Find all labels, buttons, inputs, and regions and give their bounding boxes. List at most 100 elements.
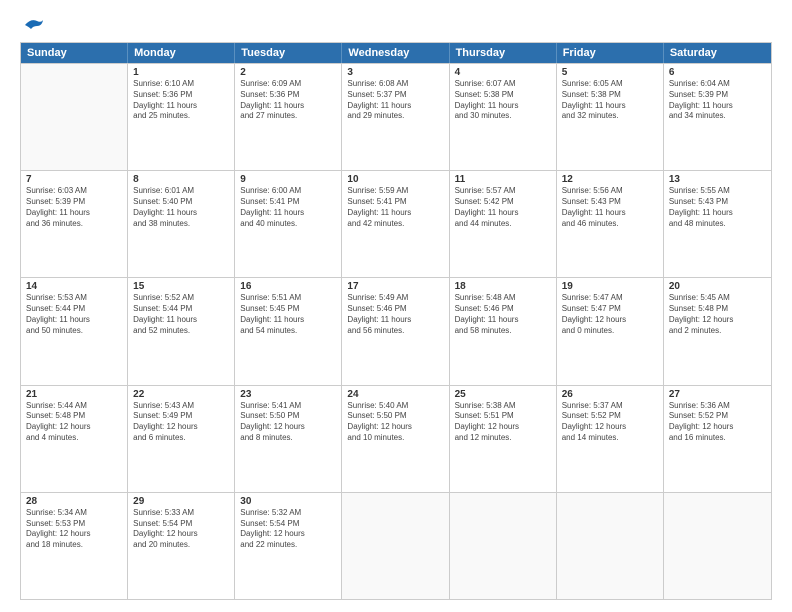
cell-info-line: and 40 minutes. bbox=[240, 219, 336, 230]
header-day-friday: Friday bbox=[557, 43, 664, 63]
cell-info-line: Daylight: 12 hours bbox=[562, 315, 658, 326]
cell-info-line: Sunset: 5:54 PM bbox=[240, 519, 336, 530]
cell-info-line: Sunrise: 5:36 AM bbox=[669, 401, 766, 412]
cell-info-line: and 27 minutes. bbox=[240, 111, 336, 122]
cell-info-line: Sunset: 5:50 PM bbox=[240, 411, 336, 422]
day-cell-7: 7Sunrise: 6:03 AMSunset: 5:39 PMDaylight… bbox=[21, 171, 128, 277]
cell-info-line: Sunrise: 6:04 AM bbox=[669, 79, 766, 90]
cell-info-line: Daylight: 11 hours bbox=[347, 315, 443, 326]
empty-cell-r4c4 bbox=[450, 493, 557, 599]
logo bbox=[20, 16, 45, 34]
header-day-tuesday: Tuesday bbox=[235, 43, 342, 63]
cell-info-line: and 10 minutes. bbox=[347, 433, 443, 444]
cell-info-line: Sunset: 5:54 PM bbox=[133, 519, 229, 530]
cell-info-line: Daylight: 11 hours bbox=[133, 208, 229, 219]
day-number: 19 bbox=[562, 281, 658, 292]
page: SundayMondayTuesdayWednesdayThursdayFrid… bbox=[0, 0, 792, 612]
cell-info-line: Sunrise: 6:07 AM bbox=[455, 79, 551, 90]
cell-info-line: Daylight: 11 hours bbox=[26, 315, 122, 326]
cell-info-line: and 56 minutes. bbox=[347, 326, 443, 337]
cell-info-line: Daylight: 11 hours bbox=[26, 208, 122, 219]
day-cell-25: 25Sunrise: 5:38 AMSunset: 5:51 PMDayligh… bbox=[450, 386, 557, 492]
cell-info-line: Sunrise: 5:47 AM bbox=[562, 293, 658, 304]
day-number: 20 bbox=[669, 281, 766, 292]
day-number: 9 bbox=[240, 174, 336, 185]
day-number: 11 bbox=[455, 174, 551, 185]
day-number: 2 bbox=[240, 67, 336, 78]
cell-info-line: and 8 minutes. bbox=[240, 433, 336, 444]
cell-info-line: Sunset: 5:45 PM bbox=[240, 304, 336, 315]
cell-info-line: Daylight: 12 hours bbox=[240, 529, 336, 540]
cell-info-line: and 16 minutes. bbox=[669, 433, 766, 444]
day-cell-27: 27Sunrise: 5:36 AMSunset: 5:52 PMDayligh… bbox=[664, 386, 771, 492]
day-cell-20: 20Sunrise: 5:45 AMSunset: 5:48 PMDayligh… bbox=[664, 278, 771, 384]
cell-info-line: Sunrise: 5:33 AM bbox=[133, 508, 229, 519]
cell-info-line: Daylight: 11 hours bbox=[562, 101, 658, 112]
cell-info-line: Daylight: 12 hours bbox=[240, 422, 336, 433]
cell-info-line: Daylight: 11 hours bbox=[133, 101, 229, 112]
day-number: 1 bbox=[133, 67, 229, 78]
cell-info-line: Sunrise: 5:55 AM bbox=[669, 186, 766, 197]
cell-info-line: Sunset: 5:46 PM bbox=[455, 304, 551, 315]
cell-info-line: Daylight: 11 hours bbox=[455, 101, 551, 112]
cell-info-line: Sunset: 5:52 PM bbox=[562, 411, 658, 422]
day-number: 28 bbox=[26, 496, 122, 507]
cell-info-line: and 42 minutes. bbox=[347, 219, 443, 230]
day-number: 16 bbox=[240, 281, 336, 292]
cell-info-line: and 25 minutes. bbox=[133, 111, 229, 122]
cell-info-line: Sunrise: 6:08 AM bbox=[347, 79, 443, 90]
day-cell-1: 1Sunrise: 6:10 AMSunset: 5:36 PMDaylight… bbox=[128, 64, 235, 170]
cell-info-line: Sunrise: 5:34 AM bbox=[26, 508, 122, 519]
header bbox=[20, 16, 772, 34]
calendar-row-4: 21Sunrise: 5:44 AMSunset: 5:48 PMDayligh… bbox=[21, 385, 771, 492]
cell-info-line: Sunrise: 6:09 AM bbox=[240, 79, 336, 90]
calendar-header: SundayMondayTuesdayWednesdayThursdayFrid… bbox=[21, 43, 771, 63]
header-day-sunday: Sunday bbox=[21, 43, 128, 63]
cell-info-line: and 44 minutes. bbox=[455, 219, 551, 230]
cell-info-line: Sunset: 5:42 PM bbox=[455, 197, 551, 208]
cell-info-line: Daylight: 12 hours bbox=[133, 422, 229, 433]
cell-info-line: Sunset: 5:39 PM bbox=[26, 197, 122, 208]
cell-info-line: and 29 minutes. bbox=[347, 111, 443, 122]
cell-info-line: Sunrise: 5:53 AM bbox=[26, 293, 122, 304]
cell-info-line: Sunset: 5:41 PM bbox=[347, 197, 443, 208]
day-number: 15 bbox=[133, 281, 229, 292]
cell-info-line: Sunset: 5:46 PM bbox=[347, 304, 443, 315]
cell-info-line: Sunrise: 6:05 AM bbox=[562, 79, 658, 90]
cell-info-line: Sunset: 5:51 PM bbox=[455, 411, 551, 422]
cell-info-line: Sunset: 5:41 PM bbox=[240, 197, 336, 208]
day-cell-19: 19Sunrise: 5:47 AMSunset: 5:47 PMDayligh… bbox=[557, 278, 664, 384]
day-number: 23 bbox=[240, 389, 336, 400]
cell-info-line: Sunrise: 5:59 AM bbox=[347, 186, 443, 197]
cell-info-line: Daylight: 11 hours bbox=[240, 101, 336, 112]
empty-cell-r0c0 bbox=[21, 64, 128, 170]
cell-info-line: and 34 minutes. bbox=[669, 111, 766, 122]
cell-info-line: Sunset: 5:47 PM bbox=[562, 304, 658, 315]
cell-info-line: and 58 minutes. bbox=[455, 326, 551, 337]
cell-info-line: Sunrise: 5:44 AM bbox=[26, 401, 122, 412]
day-cell-9: 9Sunrise: 6:00 AMSunset: 5:41 PMDaylight… bbox=[235, 171, 342, 277]
cell-info-line: and 38 minutes. bbox=[133, 219, 229, 230]
cell-info-line: Sunset: 5:37 PM bbox=[347, 90, 443, 101]
empty-cell-r4c5 bbox=[557, 493, 664, 599]
cell-info-line: Daylight: 12 hours bbox=[669, 422, 766, 433]
day-number: 7 bbox=[26, 174, 122, 185]
day-cell-29: 29Sunrise: 5:33 AMSunset: 5:54 PMDayligh… bbox=[128, 493, 235, 599]
cell-info-line: and 30 minutes. bbox=[455, 111, 551, 122]
day-number: 18 bbox=[455, 281, 551, 292]
cell-info-line: Sunset: 5:36 PM bbox=[240, 90, 336, 101]
cell-info-line: Sunset: 5:39 PM bbox=[669, 90, 766, 101]
cell-info-line: Sunset: 5:43 PM bbox=[562, 197, 658, 208]
calendar-row-2: 7Sunrise: 6:03 AMSunset: 5:39 PMDaylight… bbox=[21, 170, 771, 277]
cell-info-line: Sunset: 5:48 PM bbox=[669, 304, 766, 315]
cell-info-line: Daylight: 11 hours bbox=[455, 315, 551, 326]
cell-info-line: Sunset: 5:43 PM bbox=[669, 197, 766, 208]
cell-info-line: and 0 minutes. bbox=[562, 326, 658, 337]
day-cell-28: 28Sunrise: 5:34 AMSunset: 5:53 PMDayligh… bbox=[21, 493, 128, 599]
cell-info-line: Sunrise: 5:32 AM bbox=[240, 508, 336, 519]
cell-info-line: and 52 minutes. bbox=[133, 326, 229, 337]
cell-info-line: and 18 minutes. bbox=[26, 540, 122, 551]
cell-info-line: Sunrise: 5:43 AM bbox=[133, 401, 229, 412]
cell-info-line: Sunset: 5:36 PM bbox=[133, 90, 229, 101]
cell-info-line: and 2 minutes. bbox=[669, 326, 766, 337]
